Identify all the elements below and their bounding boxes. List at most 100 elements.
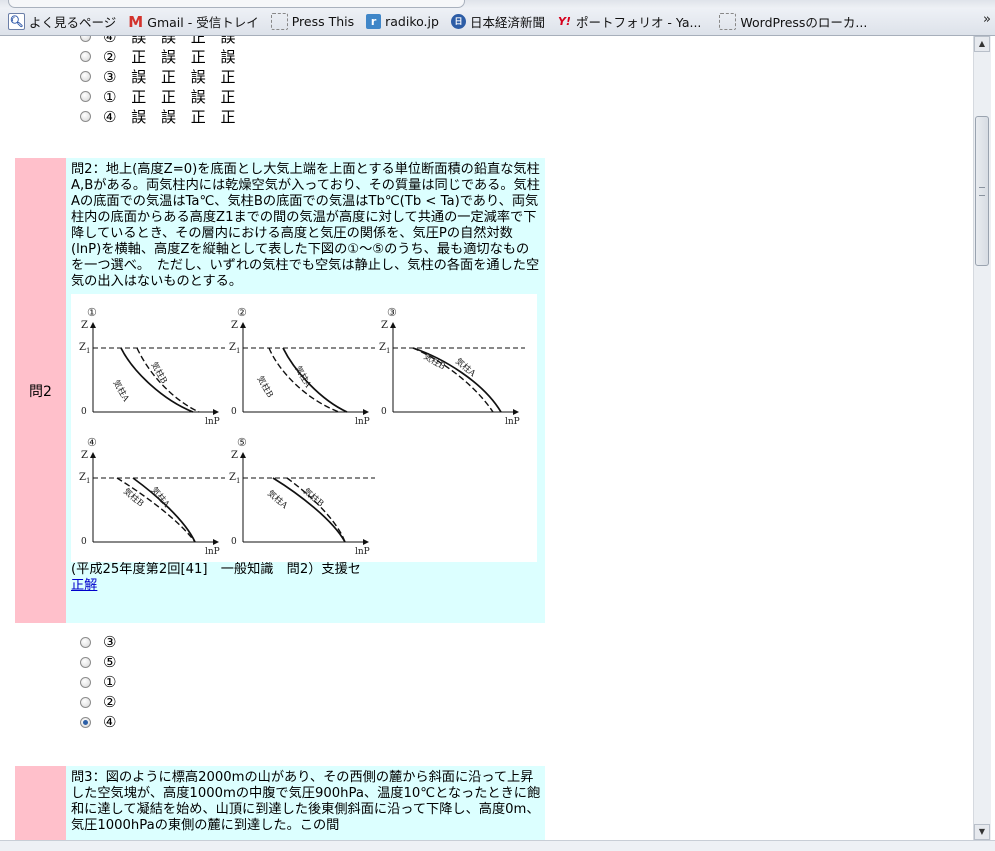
y-axis-label: Z: [81, 450, 88, 461]
lnp-height-figure: ① Z 0 lnP Z 1 気柱A 気柱B ② Z 0 lnP Z 1 気柱A 気柱B ③ Z 0 lnP Z 1 気柱A 気…: [71, 294, 537, 562]
answer-option[interactable]: ④ 誤 誤 正 誤: [80, 36, 241, 46]
scroll-up-arrow-icon[interactable]: ▲: [974, 36, 990, 52]
bookmarks-overflow-chevron-icon[interactable]: »: [983, 12, 991, 27]
y-axis-arrow: [90, 322, 96, 328]
tab-strip: [0, 0, 995, 8]
page-content: ④ 誤 誤 正 誤② 正 誤 正 誤③ 誤 正 誤 正① 正 正 誤 正④ 誤 …: [0, 36, 972, 840]
y-axis-label: Z: [81, 320, 88, 331]
y-axis-label: Z: [231, 450, 238, 461]
scrollbar-thumb[interactable]: [975, 116, 989, 266]
radio-button[interactable]: [80, 656, 91, 668]
x-axis-label: lnP: [505, 417, 520, 427]
answer-option[interactable]: ④ 誤 誤 正 正: [80, 106, 241, 126]
question-2: 問2 問2：地上(高度Z=0)を底面とし大気上端を上面とする単位断面積の鉛直な気…: [15, 158, 545, 623]
bookmark-most-visited[interactable]: 🔍︎ よく見るページ: [8, 12, 116, 31]
dashed-curve-label: 気柱B: [254, 374, 275, 400]
radio-button[interactable]: [80, 696, 91, 708]
x-axis-arrow: [363, 539, 369, 545]
answer-option-label: ③ 誤 正 誤 正: [103, 67, 241, 86]
z1-label: Z: [229, 342, 236, 353]
y-axis-arrow: [240, 452, 246, 458]
answer-link[interactable]: 正解: [71, 578, 97, 593]
z1-label: Z: [79, 342, 86, 353]
radio-button[interactable]: [80, 676, 91, 688]
answer-option[interactable]: ② 正 誤 正 誤: [80, 46, 241, 66]
z1-label: Z: [379, 342, 386, 353]
scroll-down-arrow-icon[interactable]: ▼: [974, 824, 990, 840]
bookmark-label: WordPressのローカ...: [740, 15, 868, 30]
radiko-icon: r: [366, 14, 382, 29]
bookmark-yahoo-portfolio[interactable]: Y! ポートフォリオ - Ya...: [557, 12, 701, 31]
answer-option[interactable]: ②: [80, 692, 121, 712]
question-3: 問3：図のように標高2000mの山があり、その西側の麓から斜面に沿って上昇した空…: [15, 766, 545, 840]
solid-curve-label: 気柱A: [265, 488, 290, 512]
answer-option[interactable]: ③: [80, 632, 121, 652]
panel-number: ⑤: [237, 436, 247, 449]
question-body: 問3：図のように標高2000mの山があり、その西側の麓から斜面に沿って上昇した空…: [66, 766, 545, 840]
question-number: [15, 766, 66, 840]
bookmark-press-this[interactable]: Press This: [270, 13, 355, 30]
question-body: 問2：地上(高度Z=0)を底面とし大気上端を上面とする単位断面積の鉛直な気柱A,…: [66, 158, 545, 623]
panel-number: ③: [387, 306, 397, 319]
q1-answer-options: ④ 誤 誤 正 誤② 正 誤 正 誤③ 誤 正 誤 正① 正 正 誤 正④ 誤 …: [80, 36, 241, 126]
y-axis-label: Z: [231, 320, 238, 331]
answer-option[interactable]: ④: [80, 712, 121, 732]
x-axis-arrow: [213, 539, 219, 545]
radio-button[interactable]: [80, 636, 91, 648]
panel-number: ①: [87, 306, 97, 319]
radio-button[interactable]: [80, 110, 91, 122]
gmail-icon: M: [128, 12, 144, 31]
bookmark-label: Gmail - 受信トレイ: [147, 15, 259, 30]
y-axis-arrow: [390, 322, 396, 328]
z1-subscript: 1: [86, 347, 90, 355]
radio-button[interactable]: [80, 716, 91, 728]
z1-subscript: 1: [86, 477, 90, 485]
yahoo-icon: Y!: [557, 15, 571, 28]
y-axis-arrow: [240, 322, 246, 328]
solid-curve-label: 気柱A: [149, 485, 173, 510]
question-source: (平成25年度第2回[41] 一般知識 問2）支援セ: [71, 562, 361, 577]
y-axis-arrow: [90, 452, 96, 458]
bookmark-radiko[interactable]: r radiko.jp: [366, 14, 439, 29]
z1-subscript: 1: [236, 347, 240, 355]
answer-option-label: ②: [103, 693, 122, 711]
q2-answer-options: ③ ⑤ ① ② ④: [80, 632, 121, 732]
answer-option[interactable]: ①: [80, 672, 121, 692]
answer-option[interactable]: ① 正 正 誤 正: [80, 86, 241, 106]
answer-option-label: ④: [103, 713, 122, 731]
answer-option-label: ② 正 誤 正 誤: [103, 47, 241, 66]
answer-option-label: ③: [103, 633, 122, 651]
question-number: 問2: [15, 158, 66, 623]
bookmark-gmail[interactable]: M Gmail - 受信トレイ: [128, 12, 258, 31]
x-axis-arrow: [363, 409, 369, 415]
z1-label: Z: [79, 472, 86, 483]
figure-svg: ①Z0lnPZ 1気柱A気柱B②Z0lnPZ 1気柱A気柱B③Z0lnPZ 1気柱A気…: [79, 306, 525, 557]
bookmark-label: よく見るページ: [29, 15, 117, 30]
origin-label: 0: [231, 537, 237, 547]
vertical-scrollbar[interactable]: ▲ ▼: [973, 36, 991, 840]
bookmark-wordpress-local[interactable]: WordPressのローカ...: [719, 12, 867, 31]
dashed-curve-label: 気柱B: [301, 486, 326, 509]
magnifier-page-icon: 🔍︎: [8, 13, 25, 30]
bookmark-label: ポートフォリオ - Ya...: [575, 15, 702, 30]
active-tab-edge[interactable]: [8, 0, 465, 8]
panel-number: ④: [87, 436, 97, 449]
x-axis-arrow: [513, 409, 519, 415]
solid-curve-label: 気柱A: [110, 378, 132, 404]
answer-option[interactable]: ⑤: [80, 652, 121, 672]
z1-label: Z: [229, 472, 236, 483]
panel-number: ②: [237, 306, 247, 319]
solid-curve: [282, 347, 348, 413]
bookmark-nikkei[interactable]: 日 日本経済新聞: [450, 12, 545, 31]
radio-button[interactable]: [80, 36, 91, 42]
radio-button[interactable]: [80, 70, 91, 82]
answer-option-label: ④ 誤 誤 正 正: [103, 107, 241, 126]
radio-button[interactable]: [80, 90, 91, 102]
origin-label: 0: [381, 407, 387, 417]
answer-option-label: ①: [103, 673, 122, 691]
answer-option-label: ① 正 正 誤 正: [103, 87, 241, 106]
radio-button[interactable]: [80, 50, 91, 62]
x-axis-label: lnP: [205, 547, 220, 557]
answer-option[interactable]: ③ 誤 正 誤 正: [80, 66, 241, 86]
bookmark-label: Press This: [291, 14, 355, 29]
